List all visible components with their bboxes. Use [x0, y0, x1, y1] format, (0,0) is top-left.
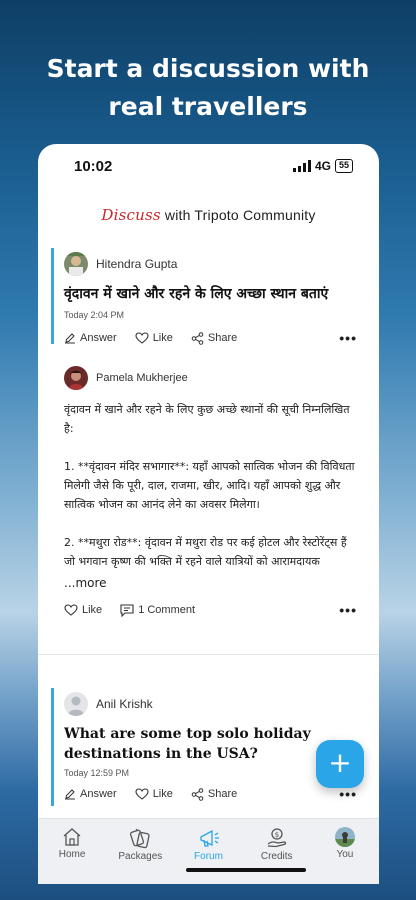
- megaphone-icon: [199, 829, 219, 847]
- promo-headline-line2: real travellers: [108, 92, 308, 121]
- more-options-icon[interactable]: •••: [339, 786, 357, 802]
- battery-icon: 55: [334, 159, 353, 173]
- avatar: [64, 366, 88, 390]
- post-author[interactable]: Anil Krishk: [64, 692, 153, 716]
- like-label: Like: [152, 332, 173, 344]
- question-actions: Answer Like Share •••: [64, 328, 357, 348]
- answer-label: Answer: [80, 788, 117, 800]
- comments-label: 1 Comment: [138, 604, 196, 616]
- answer-paragraph: 2. **मथुरा रोड**: वृंदावन में मथुरा रोड …: [64, 536, 347, 568]
- heart-icon: [64, 604, 78, 616]
- avatar: [334, 827, 355, 847]
- tab-home-label: Home: [58, 849, 86, 860]
- answer-paragraph: 1. **वृंदावन मंदिर सभागार**: यहाँ आपको स…: [64, 460, 355, 511]
- promo-headline: Start a discussion with real travellers: [0, 50, 416, 126]
- tab-you-label: You: [336, 849, 354, 860]
- answer-label: Answer: [80, 332, 117, 344]
- pencil-icon: [65, 333, 75, 344]
- tab-credits[interactable]: $ Credits: [243, 819, 311, 884]
- post-author-name: Anil Krishk: [96, 697, 153, 711]
- page-title: Discuss with Tripoto Community: [38, 206, 379, 224]
- heart-icon: [135, 332, 149, 344]
- question-card[interactable]: Hitendra Gupta वृंदावन में खाने और रहने …: [38, 248, 379, 346]
- home-indicator: [186, 868, 306, 872]
- tab-home[interactable]: Home: [38, 819, 106, 884]
- answer-author-name: Pamela Mukherjee: [96, 372, 188, 384]
- bottom-tab-bar: Home Packages Forum $ Credits You: [38, 818, 379, 884]
- status-bar: 10:02 4G 55: [38, 144, 379, 188]
- tab-forum-label: Forum: [194, 851, 223, 862]
- like-label: Like: [82, 604, 103, 616]
- comments-button[interactable]: 1 Comment: [120, 603, 196, 617]
- share-button[interactable]: Share: [191, 787, 238, 801]
- more-link-row: ...more: [64, 574, 355, 593]
- comment-icon: [120, 603, 134, 617]
- signal-icon: [292, 160, 311, 172]
- tab-packages-label: Packages: [118, 851, 163, 862]
- card-accent-bar: [51, 688, 54, 806]
- avatar: [64, 692, 88, 716]
- network-type: 4G: [314, 159, 331, 173]
- share-icon: [191, 331, 204, 345]
- like-label: Like: [152, 788, 173, 800]
- more-options-icon[interactable]: •••: [339, 602, 357, 618]
- answer-like-button[interactable]: Like: [64, 604, 102, 616]
- new-post-button[interactable]: +: [316, 740, 364, 788]
- answer-paragraph: वृंदावन में खाने और रहने के लिए कुछ अच्छ…: [64, 403, 350, 435]
- share-button[interactable]: Share: [191, 331, 238, 345]
- status-indicators: 4G 55: [292, 159, 353, 173]
- more-options-icon[interactable]: •••: [339, 330, 357, 346]
- question-time: Today 2:04 PM: [64, 310, 125, 320]
- packages-icon: [130, 828, 150, 849]
- share-label: Share: [207, 788, 238, 800]
- brand-discuss: Discuss: [101, 206, 161, 224]
- svg-text:$: $: [274, 831, 278, 839]
- answer-button[interactable]: Answer: [64, 788, 117, 800]
- question-title[interactable]: वृंदावन में खाने और रहने के लिए अच्छा स्…: [64, 284, 359, 304]
- tab-you[interactable]: You: [311, 819, 379, 884]
- question-actions: Answer Like Share •••: [64, 784, 357, 804]
- share-label: Share: [207, 332, 238, 344]
- brand-rest: with Tripoto Community: [160, 207, 316, 223]
- like-button[interactable]: Like: [135, 332, 173, 344]
- answer-text[interactable]: वृंदावन में खाने और रहने के लिए कुछ अच्छ…: [64, 400, 355, 600]
- share-icon: [191, 787, 204, 801]
- question-time: Today 12:59 PM: [64, 768, 130, 778]
- read-more-link[interactable]: ...more: [64, 576, 107, 590]
- tab-forum[interactable]: Forum: [174, 819, 242, 884]
- post-divider: [38, 654, 379, 655]
- status-time: 10:02: [74, 158, 113, 175]
- post-author-name: Hitendra Gupta: [96, 257, 178, 271]
- card-accent-bar: [51, 248, 54, 344]
- credits-icon: $: [267, 828, 286, 848]
- heart-icon: [135, 788, 149, 800]
- avatar: [64, 252, 88, 276]
- promo-headline-line1: Start a discussion with: [46, 54, 370, 83]
- like-button[interactable]: Like: [135, 788, 173, 800]
- post-author[interactable]: Hitendra Gupta: [64, 252, 177, 276]
- tab-packages[interactable]: Packages: [106, 819, 174, 884]
- answer-author[interactable]: Pamela Mukherjee: [64, 366, 188, 390]
- answer-button[interactable]: Answer: [64, 332, 117, 344]
- pencil-icon: [65, 789, 75, 800]
- answer-actions: Like 1 Comment •••: [64, 600, 357, 620]
- tab-credits-label: Credits: [260, 851, 293, 862]
- home-icon: [63, 828, 81, 846]
- question-title[interactable]: What are some top solo holiday destinati…: [64, 724, 319, 764]
